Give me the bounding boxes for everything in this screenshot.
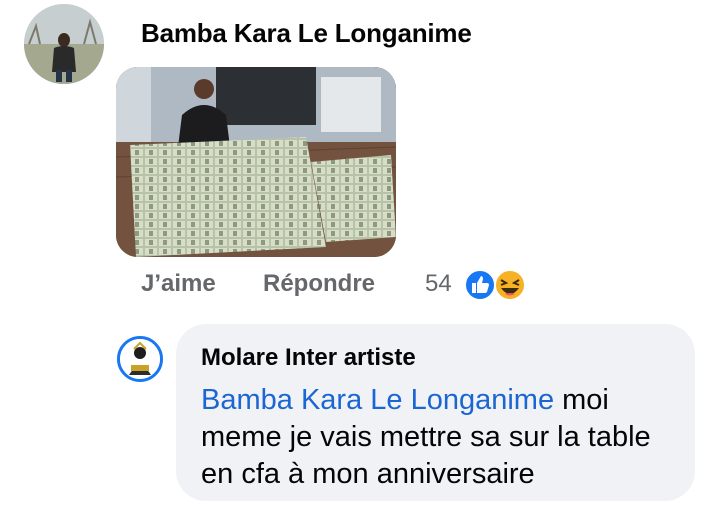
money-photo-image — [116, 67, 396, 257]
reaction-count[interactable]: 54 — [425, 270, 452, 298]
commenter-avatar[interactable] — [24, 4, 104, 84]
reply-avatar-image — [120, 339, 160, 379]
comment-photo[interactable] — [116, 67, 396, 257]
reactions-summary[interactable] — [463, 267, 533, 303]
reply-button[interactable]: Répondre — [263, 270, 375, 298]
commenter-avatar-image — [24, 4, 104, 84]
reply-author-avatar[interactable] — [117, 336, 163, 382]
reply-author-name[interactable]: Molare Inter artiste — [201, 344, 671, 372]
haha-icon — [494, 269, 526, 301]
reply-bubble: Molare Inter artiste Bamba Kara Le Longa… — [176, 324, 695, 501]
like-button[interactable]: J’aime — [141, 270, 216, 298]
reply-text: Bamba Kara Le Longanime moi meme je vais… — [201, 382, 671, 493]
reply-mention-link[interactable]: Bamba Kara Le Longanime — [201, 384, 554, 416]
comment-author-name[interactable]: Bamba Kara Le Longanime — [141, 18, 472, 49]
like-icon — [464, 269, 496, 301]
